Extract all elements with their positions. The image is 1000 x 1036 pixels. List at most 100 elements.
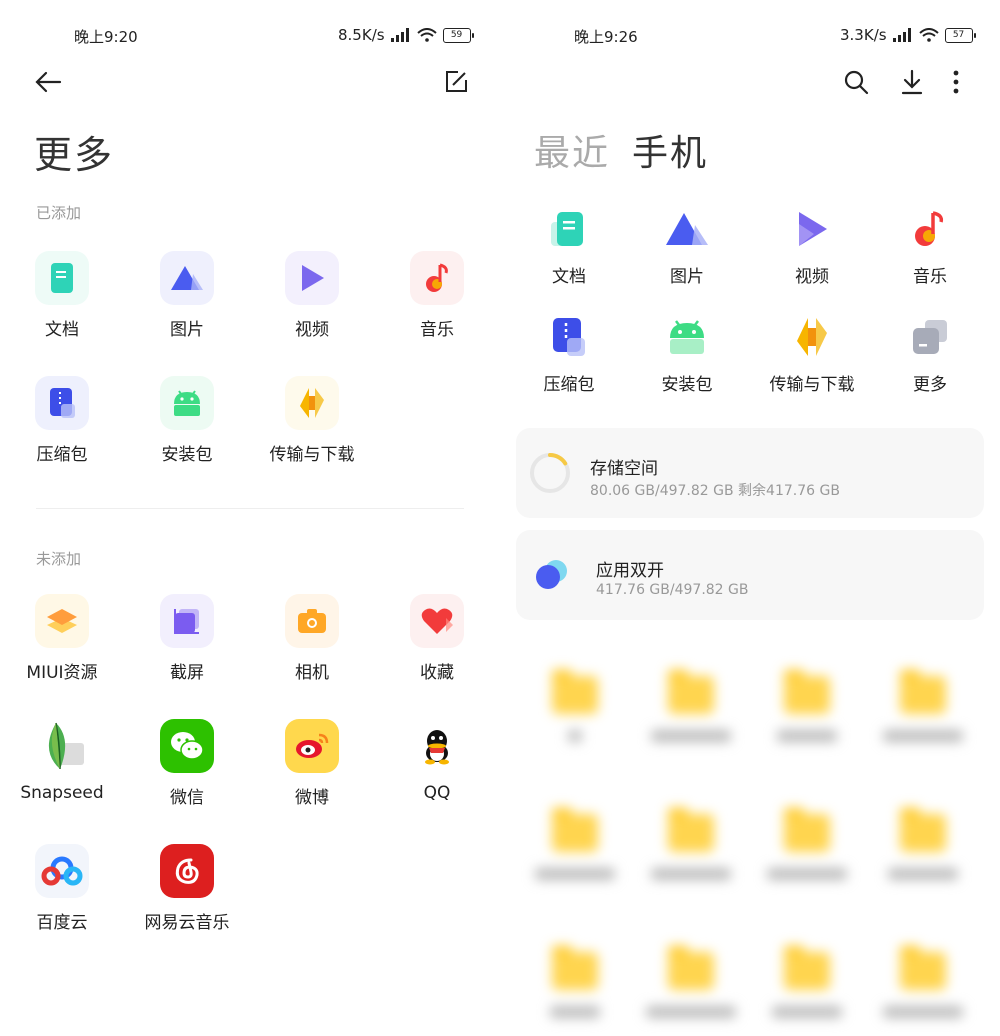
folder-item[interactable] [520,808,630,880]
storage-title: 存储空间 [590,459,658,479]
category-apks[interactable]: 安装包 [632,312,742,395]
not-added-section-label: 未添加 [36,550,82,568]
folder-item[interactable] [868,670,978,742]
netease-music-icon [160,844,214,898]
video-icon [787,204,837,254]
page-title: 更多 [34,133,115,177]
folder-grid [520,650,990,1036]
dual-apps-title: 应用双开 [596,561,664,581]
storage-usage-ring [530,453,570,493]
category-more[interactable]: 更多 [875,312,985,395]
music-icon [905,204,955,254]
image-icon [160,251,214,305]
category-videos[interactable]: 视频 [757,204,867,287]
status-time: 晚上9:26 [574,28,638,46]
folder-item[interactable] [636,670,746,742]
added-section-label: 已添加 [36,204,82,222]
document-icon [35,251,89,305]
wechat-icon [160,719,214,773]
download-icon [901,69,923,95]
folder-item[interactable] [636,808,746,880]
more-icon [905,312,955,362]
tab-recent[interactable]: 最近 [534,133,610,174]
tile-qq[interactable]: QQ [382,719,492,803]
more-panel: 晚上9:20 8.5K/s 59 更多 已添加 文档 图片 视频 音乐 压缩包 [0,0,500,1036]
weibo-icon [285,719,339,773]
storage-card[interactable]: 存储空间 80.06 GB/497.82 GB 剩余417.76 GB [516,428,984,518]
document-icon [544,204,594,254]
signal-icon [390,28,411,42]
wifi-icon [416,28,437,42]
edit-button[interactable] [440,66,472,98]
tile-netease-music[interactable]: 网易云音乐 [132,844,242,933]
search-icon [844,70,869,95]
folder-item[interactable] [868,808,978,880]
favorites-icon [410,594,464,648]
tile-baidu-cloud[interactable]: 百度云 [7,844,117,933]
category-archives[interactable]: 压缩包 [514,312,624,395]
tile-archives[interactable]: 压缩包 [7,376,117,465]
folder-item[interactable] [636,946,746,1018]
more-vertical-icon [953,70,959,94]
folder-item[interactable] [520,946,630,1018]
section-divider [36,508,464,509]
battery-icon: 59 [442,27,474,43]
back-arrow-icon [35,71,62,93]
wifi-icon [918,28,939,42]
tile-snapseed[interactable]: Snapseed [7,719,117,803]
tile-apks[interactable]: 安装包 [132,376,242,465]
back-button[interactable] [32,66,64,98]
qq-icon [410,719,464,773]
transfer-icon [285,376,339,430]
folder-item[interactable] [752,670,862,742]
network-speed: 8.5K/s [338,26,385,44]
download-button[interactable] [896,66,928,98]
archive-icon [544,312,594,362]
tile-favorites[interactable]: 收藏 [382,594,492,683]
dual-apps-icon [536,560,567,589]
folder-item[interactable] [752,946,862,1018]
tile-documents[interactable]: 文档 [7,251,117,340]
screenshot-icon [160,594,214,648]
tile-screenshots[interactable]: 截屏 [132,594,242,683]
edit-icon [446,71,467,92]
dual-apps-detail: 417.76 GB/497.82 GB [596,582,749,598]
status-time: 晚上9:20 [74,28,138,46]
image-icon [662,204,712,254]
network-speed: 3.3K/s [840,26,887,44]
dual-apps-card[interactable]: 应用双开 417.76 GB/497.82 GB [516,530,984,620]
folder-item[interactable] [520,670,630,742]
miui-resources-icon [35,594,89,648]
folder-item[interactable] [868,946,978,1018]
signal-icon [892,28,913,42]
transfer-icon [787,312,837,362]
camera-icon [285,594,339,648]
file-manager-panel: 晚上9:26 3.3K/s 57 最近 手机 文档 图片 视频 音乐 压缩包 安… [500,0,1000,1036]
storage-detail: 80.06 GB/497.82 GB 剩余417.76 GB [590,483,840,499]
battery-icon: 57 [944,27,976,43]
video-icon [285,251,339,305]
archive-icon [35,376,89,430]
tile-transfers[interactable]: 传输与下载 [257,376,367,465]
apk-icon [160,376,214,430]
tile-music[interactable]: 音乐 [382,251,492,340]
category-transfers[interactable]: 传输与下载 [757,312,867,395]
tile-wechat[interactable]: 微信 [132,719,242,808]
category-music[interactable]: 音乐 [875,204,985,287]
snapseed-icon [35,719,89,773]
tile-images[interactable]: 图片 [132,251,242,340]
tile-miui-resources[interactable]: MIUI资源 [7,594,117,683]
tab-phone[interactable]: 手机 [632,133,708,174]
tile-camera[interactable]: 相机 [257,594,367,683]
tile-weibo[interactable]: 微博 [257,719,367,808]
view-tabs: 最近 手机 [534,124,730,176]
folder-item[interactable] [752,808,862,880]
tile-videos[interactable]: 视频 [257,251,367,340]
category-documents[interactable]: 文档 [514,204,624,287]
category-images[interactable]: 图片 [632,204,742,287]
baidu-cloud-icon [35,844,89,898]
apk-icon [662,312,712,362]
music-icon [410,251,464,305]
more-options-button[interactable] [940,66,972,98]
search-button[interactable] [840,66,872,98]
